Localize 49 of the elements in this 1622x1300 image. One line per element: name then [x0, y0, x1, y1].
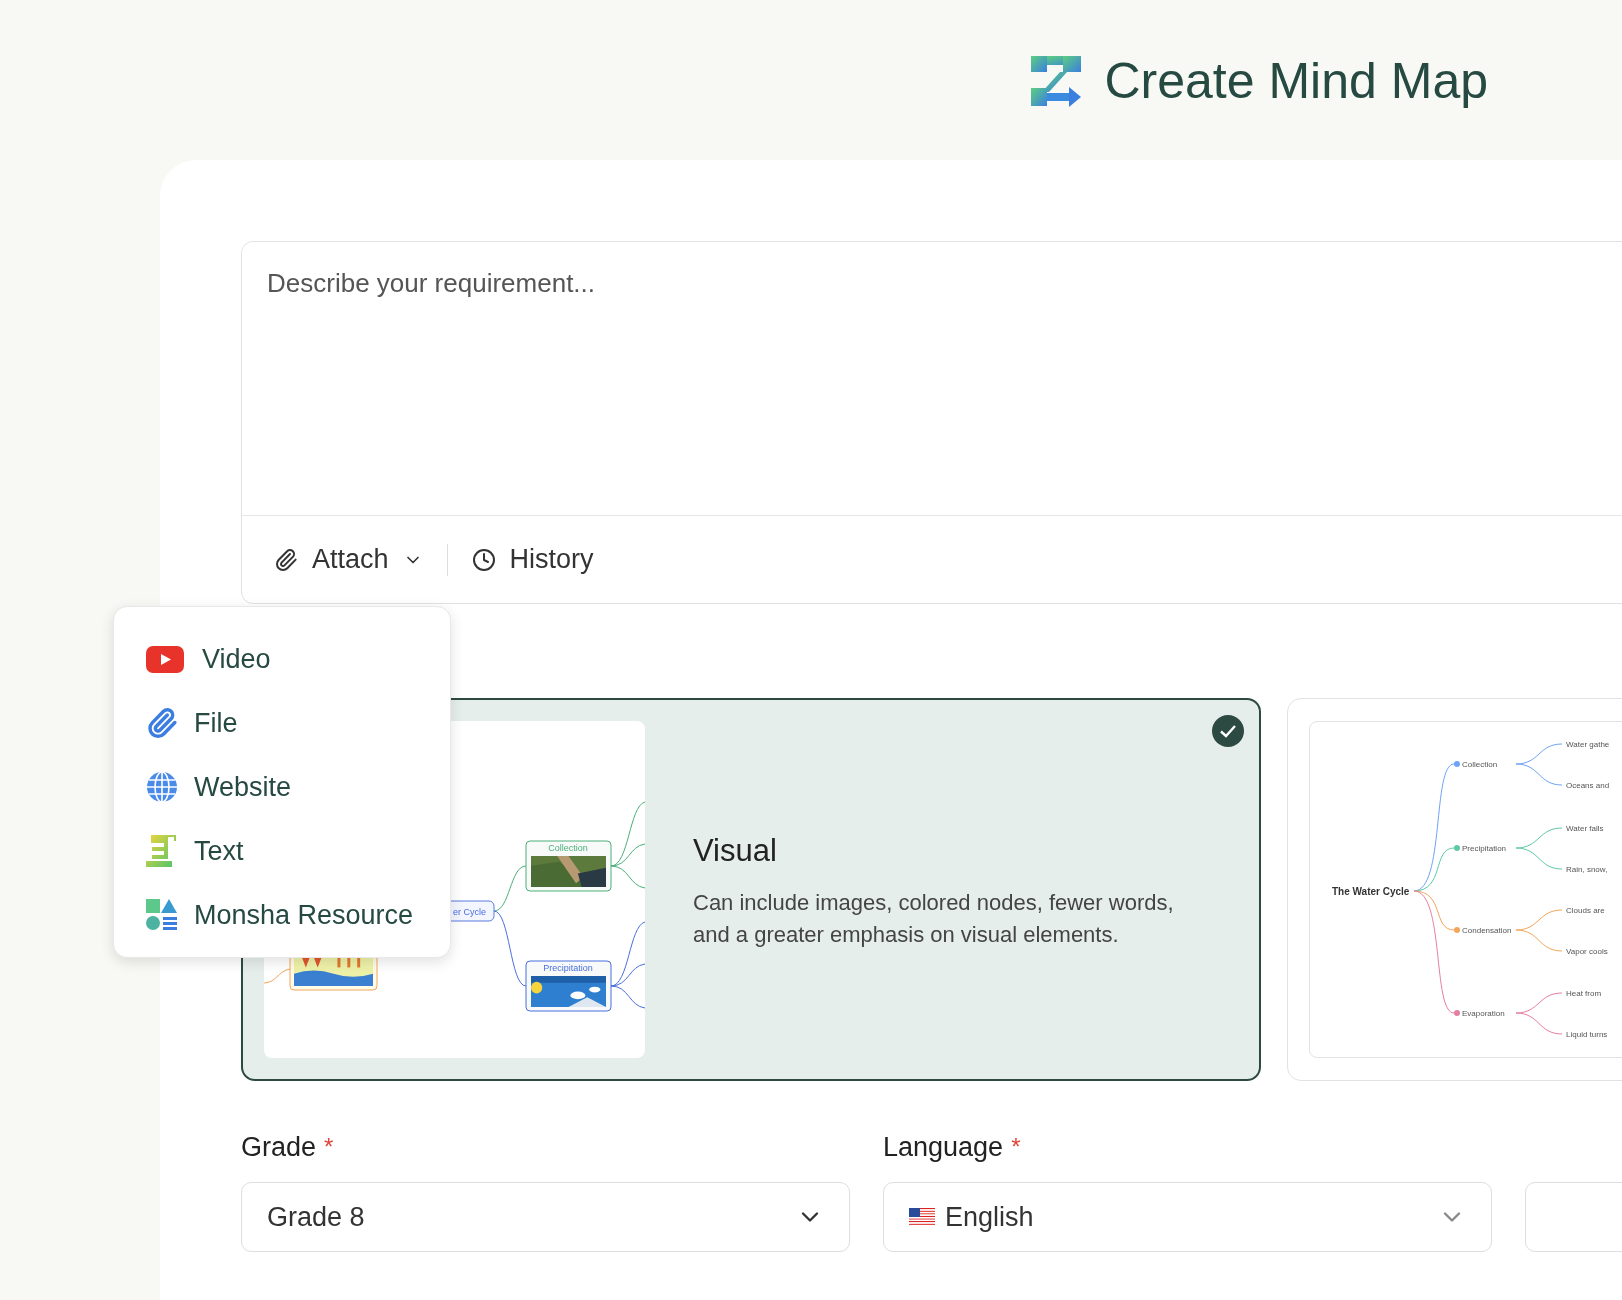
menu-item[interactable]: Video [146, 637, 418, 681]
node-label: Water gathe [1566, 740, 1610, 749]
prompt-box[interactable]: Describe your requirement... Attach History [241, 241, 1622, 604]
style-description: Can include images, colored nodes, fewer words, and a greater emphasis on visual elements. [693, 888, 1175, 949]
node-label: Vapor cools [1566, 947, 1608, 956]
clock-icon [471, 547, 496, 572]
page-title: Create Mind Map [1104, 52, 1488, 110]
root-label: The Water Cycle [1332, 886, 1410, 897]
connector-line [1515, 763, 1563, 786]
node-label: Precipitation [543, 963, 593, 973]
node-label: Collection [1462, 760, 1498, 769]
node-label: Precipitation [1462, 844, 1507, 853]
check-icon [1212, 715, 1244, 747]
logo-icon [1028, 54, 1083, 108]
paperclip-icon [274, 547, 298, 572]
node-label: Condensation [1462, 926, 1512, 935]
node-label: Heat from [1566, 989, 1602, 998]
required-marker: * [1011, 1132, 1021, 1162]
flag-icon [909, 1208, 935, 1226]
globe-icon [146, 771, 178, 803]
node-label: Rain, snow, [1566, 865, 1608, 874]
connector-line [1515, 929, 1563, 952]
node-label: Liquid turns [1566, 1030, 1608, 1039]
document-icon [146, 835, 178, 867]
connector-line [1515, 827, 1563, 849]
connector-line [1515, 847, 1563, 870]
field-label: Grade [241, 1130, 317, 1164]
field-label: Language [883, 1130, 1004, 1164]
connector-line [1515, 992, 1563, 1014]
node-label: Water falls [1566, 824, 1604, 833]
node-label: Collection [548, 843, 588, 853]
style-card[interactable]: The Water Cycle Collection Water gathe Oceans and Precipitation Water falls Rain, snow, Condensation Clouds are Vapor cools Evaporation Heat from Liquid turns [1287, 698, 1622, 1081]
select-field[interactable]: English [883, 1182, 1492, 1252]
connector-line [1515, 909, 1563, 931]
play-icon [146, 645, 184, 673]
shapes-icon [146, 899, 178, 931]
required-marker: * [324, 1132, 334, 1162]
style-title: Visual [693, 832, 778, 871]
history-button[interactable]: History [471, 539, 594, 580]
node-label: Evaporation [1462, 1009, 1505, 1018]
connector-line [1515, 743, 1563, 765]
root-label: er Cycle [453, 907, 486, 917]
paperclip-icon [146, 707, 178, 739]
select-field[interactable]: Grade 8 [241, 1182, 850, 1252]
node-label: Oceans and [1566, 781, 1610, 790]
connector-line [1515, 1012, 1563, 1035]
connector-line [264, 968, 291, 984]
node-label: Clouds are [1566, 906, 1605, 915]
attach-button[interactable]: Attach [274, 539, 423, 580]
